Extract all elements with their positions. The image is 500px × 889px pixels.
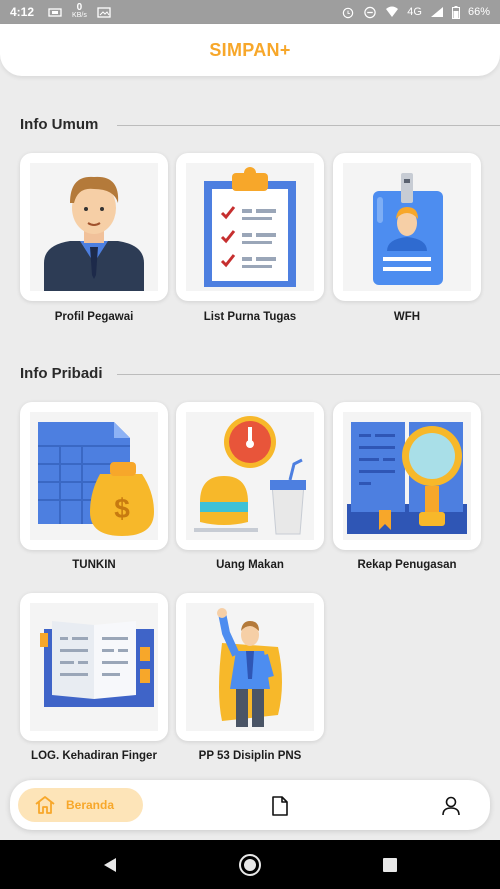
menu-card-pp53-disiplin-pns[interactable] bbox=[176, 593, 324, 741]
section-title-info-pribadi: Info Pribadi bbox=[20, 365, 103, 382]
back-triangle-icon bbox=[104, 857, 116, 872]
menu-card-log-kehadiran-finger[interactable] bbox=[20, 593, 168, 741]
battery-icon bbox=[451, 5, 460, 19]
system-navigation-bar bbox=[0, 840, 500, 889]
clipboard-checklist-icon bbox=[186, 163, 314, 291]
section-divider bbox=[117, 374, 500, 375]
bottom-navigation: Beranda bbox=[10, 780, 490, 830]
network-type: 4G bbox=[407, 6, 422, 18]
menu-card-list-purna-tugas[interactable] bbox=[176, 153, 324, 301]
system-recents-button[interactable] bbox=[375, 840, 405, 889]
menu-card-rekap-penugasan[interactable] bbox=[333, 402, 481, 550]
system-home-button[interactable] bbox=[235, 840, 265, 889]
alarm-icon bbox=[343, 7, 354, 18]
status-bar: 4:12 0 KB/s 4G 66% bbox=[0, 0, 500, 24]
signal-icon bbox=[430, 7, 443, 17]
system-back-button[interactable] bbox=[95, 840, 125, 889]
nav-profile-button[interactable] bbox=[442, 796, 460, 821]
menu-label: Uang Makan bbox=[216, 559, 284, 571]
nav-home-button[interactable]: Beranda bbox=[18, 788, 143, 822]
open-book-icon bbox=[30, 603, 158, 731]
menu-label: List Purna Tugas bbox=[203, 311, 297, 323]
document-icon bbox=[272, 796, 288, 816]
status-time: 4:12 bbox=[10, 5, 35, 19]
nav-document-button[interactable] bbox=[272, 796, 288, 821]
app-header: SIMPAN+ bbox=[0, 24, 500, 76]
menu-label: Profil Pegawai bbox=[54, 311, 134, 323]
menu-card-uang-makan[interactable] bbox=[176, 402, 324, 550]
menu-card-tunkin[interactable]: $ bbox=[20, 402, 168, 550]
meal-clock-icon bbox=[186, 412, 314, 540]
employee-profile-icon bbox=[30, 163, 158, 291]
nav-home-label: Beranda bbox=[66, 798, 115, 812]
usb-icon bbox=[48, 7, 62, 17]
battery-percent: 66% bbox=[467, 6, 490, 18]
recents-square-icon bbox=[383, 857, 397, 872]
money-bag-icon: $ bbox=[30, 412, 158, 540]
net-speed: 0 KB/s bbox=[72, 2, 87, 20]
section-divider bbox=[117, 125, 500, 126]
wifi-icon bbox=[386, 6, 399, 17]
menu-card-wfh[interactable] bbox=[333, 153, 481, 301]
menu-label: LOG. Kehadiran Finger bbox=[31, 750, 157, 762]
menu-label: TUNKIN bbox=[72, 559, 116, 571]
dnd-icon bbox=[364, 6, 376, 18]
menu-label: WFH bbox=[393, 311, 421, 323]
user-icon bbox=[442, 796, 460, 816]
home-icon bbox=[35, 796, 55, 814]
hero-icon bbox=[186, 603, 314, 731]
svg-text:$: $ bbox=[114, 493, 130, 524]
app-title: SIMPAN+ bbox=[209, 39, 291, 60]
section-title-info-umum: Info Umum bbox=[20, 116, 99, 133]
menu-label: Rekap Penugasan bbox=[357, 559, 457, 571]
home-circle-icon bbox=[239, 853, 261, 876]
image-icon bbox=[97, 6, 111, 18]
book-magnifier-icon bbox=[343, 412, 471, 540]
menu-label: PP 53 Disiplin PNS bbox=[198, 750, 302, 762]
menu-card-profil-pegawai[interactable] bbox=[20, 153, 168, 301]
id-card-icon bbox=[343, 163, 471, 291]
